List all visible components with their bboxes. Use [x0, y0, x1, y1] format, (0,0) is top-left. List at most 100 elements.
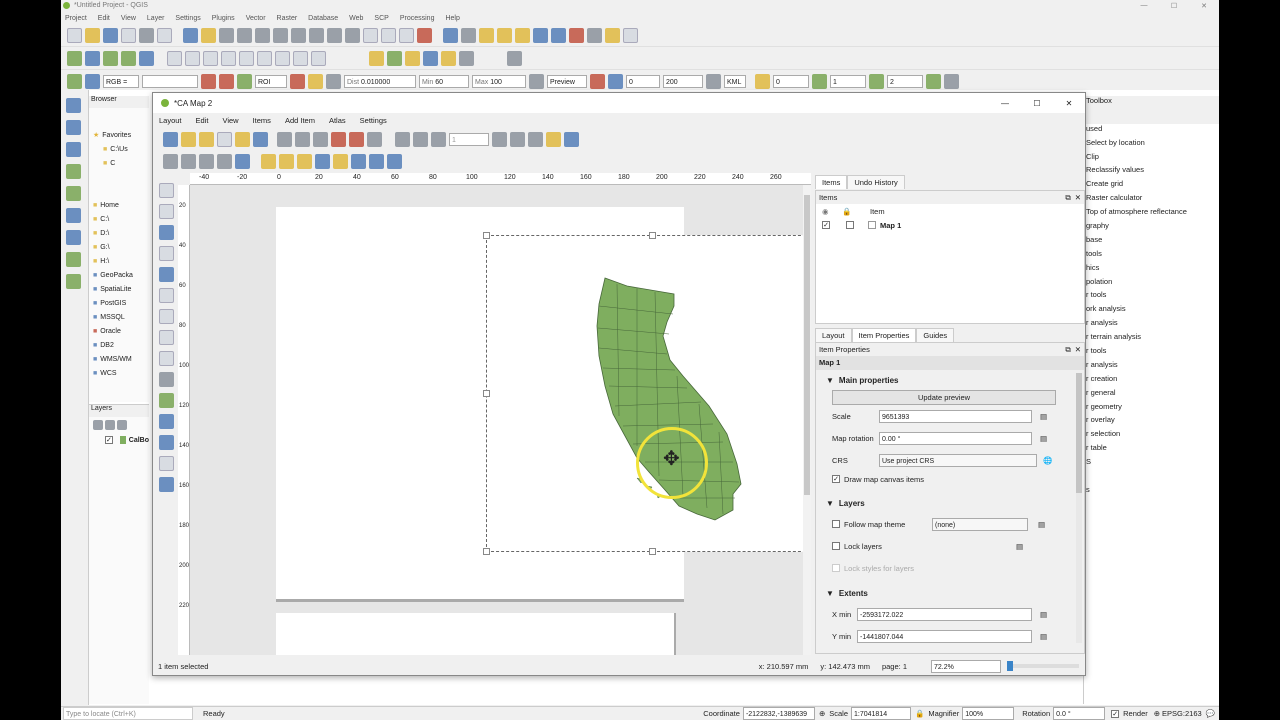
follow-theme-checkbox[interactable] — [832, 520, 840, 528]
pan-to-selection-icon[interactable] — [201, 28, 216, 43]
map-item[interactable]: ✥ — [483, 232, 811, 555]
layout-close-icon[interactable]: ✕ — [1053, 99, 1085, 108]
browser-item[interactable]: ■ GeoPacka — [93, 268, 149, 282]
xmin-input[interactable]: -2593172.022 — [857, 607, 1032, 621]
scp-tools-icon[interactable] — [944, 74, 959, 89]
layer-item[interactable]: ✓ CalBo — [89, 433, 149, 447]
scp-grid-icon[interactable] — [755, 74, 770, 89]
layout-menu-add-item[interactable]: Add Item — [285, 116, 315, 125]
item-row[interactable]: ✓ Map 1 — [816, 218, 1084, 232]
toolbox-item[interactable]: polation — [1084, 277, 1219, 291]
main-properties-header[interactable]: ▼ Main properties — [816, 370, 1084, 390]
atlas-export-icon[interactable] — [546, 131, 561, 147]
add-spatialite-icon[interactable] — [139, 51, 154, 66]
side-tool-icon-9[interactable] — [66, 274, 81, 289]
add-node-item-icon[interactable] — [158, 414, 174, 429]
zoom-tool-icon[interactable] — [158, 204, 174, 219]
side-tool-icon-6[interactable] — [66, 208, 81, 223]
layout-manager-icon[interactable] — [217, 131, 232, 147]
toolbox-item[interactable]: r analysis — [1084, 360, 1219, 374]
scp-redo-preview-icon[interactable] — [529, 74, 544, 89]
browser-item[interactable]: ■ D:\ — [93, 226, 149, 240]
layout-zoom-100-icon[interactable] — [199, 153, 214, 169]
lock-items-icon[interactable] — [297, 153, 312, 169]
refresh-icon[interactable] — [417, 28, 432, 43]
ungroup-items-icon[interactable] — [279, 153, 294, 169]
layout-menu-layout[interactable]: Layout — [159, 116, 182, 125]
add-template-icon[interactable] — [235, 131, 250, 147]
redo-icon[interactable] — [367, 131, 382, 147]
toolbox-item[interactable]: tools — [1084, 249, 1219, 263]
layout-maximize-icon[interactable]: ☐ — [1021, 99, 1053, 108]
scp-band-combo[interactable] — [142, 75, 198, 88]
zoom-combo[interactable]: 72.2% — [931, 659, 1001, 673]
layout-save-icon[interactable] — [163, 131, 178, 147]
atlas-next-icon[interactable] — [492, 131, 507, 147]
scp-rgb-select[interactable]: RGB = — [103, 75, 139, 88]
scp-roi-toggle[interactable]: ROI — [255, 75, 287, 88]
layer-style-icon[interactable] — [93, 420, 103, 430]
filter-legend-icon[interactable] — [117, 420, 127, 430]
undo-icon[interactable] — [349, 131, 364, 147]
move-content-icon[interactable] — [158, 246, 174, 261]
tab-item-properties[interactable]: Item Properties — [851, 328, 917, 342]
paste-features-icon[interactable] — [311, 51, 326, 66]
toolbox-item[interactable]: base — [1084, 235, 1219, 249]
scp-standard-deviation-icon[interactable] — [219, 74, 234, 89]
data-defined-icon[interactable]: ▤ — [1040, 434, 1047, 443]
toolbox-item[interactable]: graphy — [1084, 221, 1219, 235]
new-map-view-icon[interactable] — [363, 28, 378, 43]
browser-item[interactable]: ■ PostGIS — [93, 296, 149, 310]
selection-handle[interactable] — [483, 390, 490, 397]
select-value-icon[interactable] — [497, 28, 512, 43]
locator-search-input[interactable]: Type to locate (Ctrl+K) — [63, 707, 193, 720]
statistics-icon[interactable] — [569, 28, 584, 43]
zoom-slider-handle[interactable] — [1007, 661, 1013, 671]
epsg-label[interactable]: EPSG:2163 — [1162, 709, 1202, 718]
export-svg-icon[interactable] — [313, 131, 328, 147]
delete-selected-icon[interactable] — [257, 51, 272, 66]
digitize-icon[interactable] — [221, 51, 236, 66]
add-label-icon[interactable] — [158, 330, 174, 345]
atlas-preview-icon[interactable] — [395, 131, 410, 147]
atlas-page-spin[interactable]: 1 — [449, 132, 489, 146]
side-tool-icon-8[interactable] — [66, 252, 81, 267]
scp-auto-refresh-icon[interactable] — [326, 74, 341, 89]
side-tool-icon-7[interactable] — [66, 230, 81, 245]
draw-canvas-items-checkbox[interactable]: ✓ — [832, 475, 840, 483]
menu-view[interactable]: View — [121, 15, 136, 22]
save-template-icon[interactable] — [253, 131, 268, 147]
identify-icon[interactable] — [443, 28, 458, 43]
toolbox-item[interactable]: ork analysis — [1084, 304, 1219, 318]
toggle-editing-icon[interactable] — [185, 51, 200, 66]
crs-selector-icon[interactable]: 🌐 — [1043, 456, 1052, 465]
render-checkbox[interactable]: ✓ — [1111, 709, 1120, 718]
scp-preview-toggle[interactable]: Preview — [547, 75, 587, 88]
layout-menu-atlas[interactable]: Atlas — [329, 116, 346, 125]
save-project-icon[interactable] — [103, 28, 118, 43]
layer-visibility-checkbox[interactable]: ✓ — [105, 436, 113, 444]
pan-icon[interactable] — [183, 28, 198, 43]
map-tips-icon[interactable] — [605, 28, 620, 43]
print-layout-icon[interactable] — [139, 28, 154, 43]
coordinate-field[interactable]: -2122832,-1389639 — [742, 707, 815, 720]
atlas-print-icon[interactable] — [528, 131, 543, 147]
browser-item[interactable]: ■ H:\ — [93, 254, 149, 268]
browser-item[interactable]: ■ WCS — [93, 366, 149, 380]
atlas-first-icon[interactable] — [413, 131, 428, 147]
scp-spin-3[interactable]: 0 — [773, 75, 809, 88]
export-image-icon[interactable] — [295, 131, 310, 147]
toolbox-item[interactable]: r analysis — [1084, 318, 1219, 332]
menu-settings[interactable]: Settings — [175, 15, 200, 22]
menu-scp[interactable]: SCP — [374, 15, 388, 22]
browser-item[interactable]: ■ G:\ — [93, 240, 149, 254]
add-html-icon[interactable] — [158, 456, 174, 471]
browser-item[interactable]: ■ C:\Us — [93, 142, 149, 156]
atlas-last-icon[interactable] — [510, 131, 525, 147]
edit-nodes-icon[interactable] — [158, 267, 174, 282]
scp-spin-5[interactable]: 2 — [887, 75, 923, 88]
scp-settings-icon[interactable] — [706, 74, 721, 89]
toolbox-item[interactable]: Clip — [1084, 152, 1219, 166]
browser-item[interactable]: ■ Oracle — [93, 324, 149, 338]
export-pdf-icon[interactable] — [331, 131, 346, 147]
